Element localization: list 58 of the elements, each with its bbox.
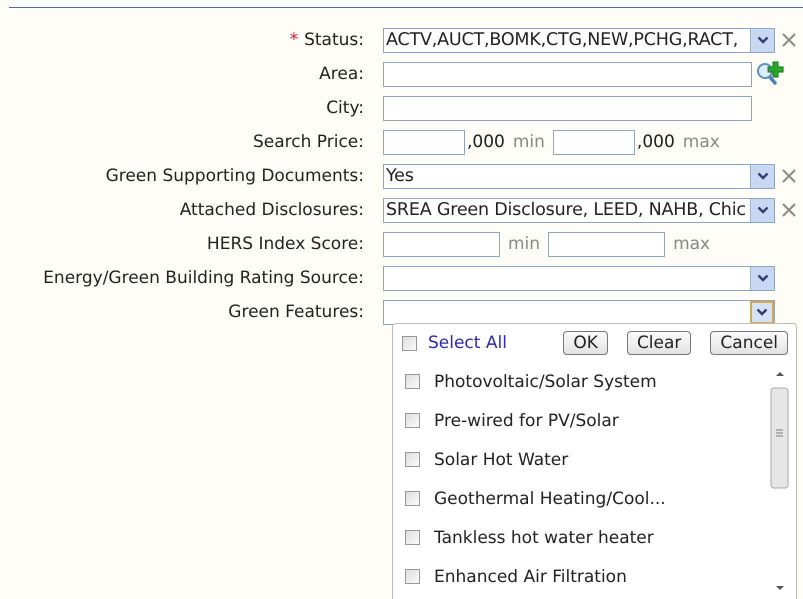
select-field[interactable]: SREA Green Disclosure, LEED, NAHB, Chic <box>383 198 775 222</box>
option-label[interactable]: Tankless hot water heater <box>434 528 654 548</box>
max-field[interactable] <box>552 130 635 154</box>
option-label[interactable]: Solar Hot Water <box>434 450 568 470</box>
field-label: HERS Index Score: <box>206 234 364 254</box>
input-field[interactable] <box>383 96 752 120</box>
max-label: max <box>682 132 720 152</box>
chevron-icon <box>756 172 768 180</box>
field-label: City: <box>326 98 364 118</box>
option-label[interactable]: Pre-wired for PV/Solar <box>434 410 619 430</box>
min-field[interactable] <box>383 232 500 256</box>
max-field[interactable] <box>548 232 666 256</box>
field-label: Status: <box>304 30 364 50</box>
field-label: Green Features: <box>228 302 364 322</box>
dropdown-button[interactable] <box>750 164 774 188</box>
field-label: Area: <box>319 64 364 84</box>
option-label[interactable]: Photovoltaic/Solar System <box>434 372 657 392</box>
select-field[interactable]: ACTV,AUCT,BOMK,CTG,NEW,PCHG,RACT, <box>383 28 775 52</box>
search-add-icon[interactable] <box>756 61 784 87</box>
select-field[interactable] <box>383 266 775 290</box>
select-field[interactable]: Yes <box>383 164 775 188</box>
select-field[interactable] <box>383 300 775 324</box>
checkbox[interactable] <box>402 336 417 350</box>
unit-suffix: ,000 <box>636 132 675 152</box>
input-field[interactable] <box>383 62 752 86</box>
checkbox[interactable] <box>405 413 420 428</box>
checkbox[interactable] <box>405 569 420 584</box>
chevron-icon <box>756 308 768 316</box>
dropdown-button[interactable] <box>750 266 774 290</box>
min-label: min <box>512 132 545 152</box>
unit-suffix: ,000 <box>467 132 505 152</box>
dropdown-button[interactable] <box>750 28 774 52</box>
checkbox[interactable] <box>405 530 420 545</box>
dialog-button[interactable]: OK <box>563 331 608 355</box>
option-label[interactable]: Enhanced Air Filtration <box>434 566 627 586</box>
close-icon[interactable] <box>781 32 797 48</box>
chevron-icon <box>756 206 768 214</box>
close-icon[interactable] <box>781 202 797 218</box>
checkbox[interactable] <box>405 452 420 467</box>
checkbox[interactable] <box>405 374 420 389</box>
chevron-icon <box>756 274 768 282</box>
checkbox[interactable] <box>405 491 420 506</box>
dropdown-button[interactable] <box>750 300 774 324</box>
close-icon[interactable] <box>781 168 797 184</box>
field-label: Green Supporting Documents: <box>106 166 364 186</box>
select-all-link[interactable]: Select All <box>428 333 507 353</box>
chevron-icon <box>756 36 768 44</box>
field-label: Search Price: <box>252 132 364 152</box>
required-mark: * <box>290 30 298 50</box>
dialog-button[interactable]: Cancel <box>710 331 788 355</box>
field-label: Attached Disclosures: <box>180 200 364 220</box>
option-label[interactable]: Geothermal Heating/Cool... <box>434 488 666 508</box>
max-label: max <box>673 234 710 254</box>
dropdown-button[interactable] <box>750 198 774 222</box>
field-label: Energy/Green Building Rating Source: <box>43 268 364 288</box>
dialog-button[interactable]: Clear <box>626 331 692 355</box>
min-label: min <box>508 234 540 254</box>
min-field[interactable] <box>383 130 465 154</box>
